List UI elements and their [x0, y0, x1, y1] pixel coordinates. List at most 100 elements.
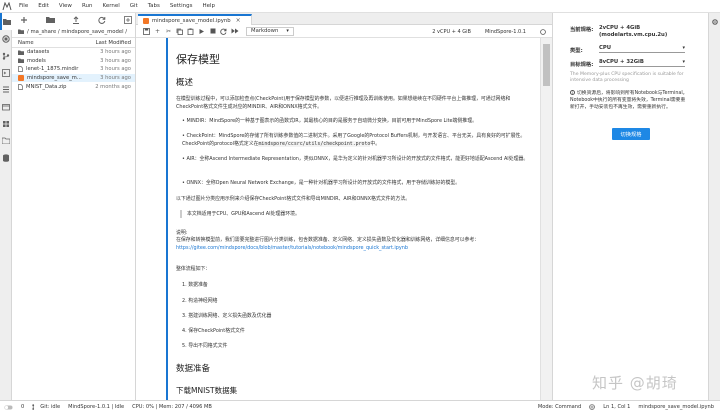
save-icon[interactable] [141, 26, 152, 37]
database-icon[interactable] [0, 149, 12, 166]
watermark: 知乎 @胡琦 [592, 374, 678, 392]
kernel-status-icon [540, 28, 546, 35]
tutorial-link[interactable]: https://gitee.com/mindspore/docs/blob/ma… [176, 245, 408, 251]
restart-icon[interactable] [218, 26, 229, 37]
menu-view[interactable]: View [54, 0, 77, 13]
property-inspector-icon[interactable] [0, 81, 12, 98]
close-icon[interactable]: × [236, 17, 241, 24]
cut-icon[interactable]: ✂ [163, 26, 174, 37]
list-item: • MINDIR：MindSpore的一种基于图表示的函数式IR，其最核心的目的… [182, 118, 477, 124]
new-folder-icon[interactable] [44, 15, 56, 25]
current-file: mindspore_save_model.ipynb [638, 404, 714, 410]
menu-git[interactable]: Git [125, 0, 143, 13]
stop-icon[interactable] [207, 26, 218, 37]
intro-paragraph: 在模型训练过程中，可以添加检查点(CheckPoint)用于保存模型的参数，以便… [176, 96, 511, 110]
extension-icon[interactable] [0, 115, 12, 132]
scrollbar-thumb[interactable] [543, 44, 550, 86]
target-spec-row: 目标规格: [570, 60, 599, 68]
type-select[interactable]: CPU ▾ [599, 44, 685, 53]
target-spec-label: 目标规格: [570, 62, 594, 68]
chevron-down-icon: ▾ [682, 59, 685, 65]
menu-edit[interactable]: Edit [33, 0, 54, 13]
breadcrumb-path[interactable]: / ma_share / mindspore_save_model / [27, 29, 127, 35]
menu-settings[interactable]: Settings [165, 0, 198, 13]
refresh-icon[interactable] [96, 15, 108, 25]
copy-icon[interactable] [174, 26, 185, 37]
switch-warning: i 切换资源后，将影响到所有Notebook与Terminal。Notebook中… [570, 90, 688, 110]
list-item: 1. 数据准备 [182, 282, 208, 288]
notebook-scrollbar[interactable] [540, 38, 552, 400]
file-modified: 3 hours ago [100, 66, 131, 73]
tabs-icon[interactable] [0, 98, 12, 115]
file-browser: / ma_share / mindspore_save_model / Name… [12, 13, 136, 400]
page-title: 保存模型 [176, 53, 220, 66]
folder-open-icon[interactable] [0, 132, 12, 149]
switch-spec-button[interactable]: 切换规格 [612, 128, 650, 140]
mode-status: Mode: Command [537, 404, 582, 410]
file-name: MNIST_Data.zip [26, 83, 67, 90]
active-cell-indicator [166, 38, 168, 400]
upload-icon[interactable] [70, 15, 82, 25]
menu-tabs[interactable]: Tabs [143, 0, 165, 13]
home-folder-icon[interactable] [18, 29, 24, 34]
file-list-header: Name Last Modified [12, 37, 135, 48]
resource-usage: 2 vCPU + 4 GiB [432, 28, 471, 35]
breadcrumb[interactable]: / ma_share / mindspore_save_model / [12, 26, 135, 37]
list-item: • CheckPoint：MindSpore的存储了所有训练参数值的二进制文件。… [182, 133, 526, 147]
menu-help[interactable]: Help [197, 0, 220, 13]
notebook-icon [143, 17, 149, 24]
status-toggle-icon[interactable] [0, 405, 17, 410]
name-column-header[interactable]: Name [18, 40, 34, 46]
git-status[interactable]: Git: idle [28, 404, 64, 410]
target-spec-value: 8vCPU + 32GiB [599, 59, 644, 65]
terminal-count: 0 [21, 404, 25, 410]
file-row[interactable]: MNIST_Data.zip 2 months ago [12, 82, 135, 91]
chevron-down-icon: ▾ [682, 45, 685, 51]
list-item: • AIR：全称Ascend Intermediate Representati… [182, 156, 529, 162]
kernel-info: 2 vCPU + 4 GiB MindSpore-1.0.1 [432, 25, 546, 38]
run-icon[interactable] [196, 26, 207, 37]
kernel-status[interactable]: MindSpore-1.0.1 | Idle [64, 404, 128, 410]
cell-type-select[interactable]: Markdown ▾ [246, 26, 294, 36]
current-spec-label: 当前规格: [570, 27, 594, 33]
type-row: 类型: [570, 46, 599, 54]
notebook-content[interactable]: 保存模型 概述 在模型训练过程中，可以添加检查点(CheckPoint)用于保存… [136, 38, 540, 400]
file-name: mindspore_save_m... [27, 75, 82, 82]
fast-forward-icon[interactable] [229, 26, 240, 37]
file-name: models [27, 57, 46, 64]
target-spec-select[interactable]: 8vCPU + 32GiB ▾ [599, 58, 685, 67]
right-sidebar [708, 13, 720, 400]
file-modified: 3 hours ago [100, 75, 131, 82]
paste-icon[interactable] [185, 26, 196, 37]
note-paragraph: 在保存和转换模型前，我们需要完整进行图片分类训练，包含数据准备、定义网络、定义损… [176, 237, 480, 251]
menu-kernel[interactable]: Kernel [97, 0, 124, 13]
kernel-name[interactable]: MindSpore-1.0.1 [485, 29, 526, 35]
cursor-position[interactable]: Ln 1, Col 1 [599, 404, 634, 410]
list-item: 4. 保存CheckPoint格式文件 [182, 328, 245, 334]
file-browser-toolbar [12, 13, 135, 26]
blockquote: 本文档适用于CPU、GPU和Ascend AI处理器环境。 [180, 210, 530, 218]
add-cell-icon[interactable]: + [152, 26, 163, 37]
file-row[interactable]: lenet-1_1875.mindir 3 hours ago [12, 65, 135, 74]
file-row[interactable]: mindspore_save_m... 3 hours ago [12, 73, 135, 83]
section-heading-download: 下载MNIST数据集 [176, 386, 238, 395]
resource-panel: 当前规格: 2vCPU + 4GiB (modelarts.vm.cpu.2u)… [552, 13, 708, 400]
menu-run[interactable]: Run [77, 0, 98, 13]
file-row[interactable]: datasets 3 hours ago [12, 48, 135, 57]
info-icon: i [570, 90, 575, 95]
notebook-tab[interactable]: mindspore_save_model.ipynb × [138, 14, 252, 25]
folder-icon [18, 50, 24, 55]
example-paragraph: 以下通过图片分类应用示例来介绍保存CheckPoint格式文件和导出MINDIR… [176, 196, 411, 202]
menu-file[interactable]: File [14, 0, 33, 13]
file-row[interactable]: models 3 hours ago [12, 57, 135, 66]
modified-column-header[interactable]: Last Modified [96, 40, 131, 46]
git-icon[interactable] [0, 47, 12, 64]
gear-icon[interactable] [709, 13, 720, 30]
running-icon[interactable] [0, 30, 12, 47]
git-clone-icon[interactable] [122, 15, 134, 25]
notebook-toolbar: + ✂ Markdown ▾ 2 vCPU + 4 GiB MindSpore-… [136, 25, 552, 38]
file-modified: 2 months ago [95, 83, 131, 90]
folder-icon[interactable] [0, 13, 12, 30]
new-launcher-icon[interactable] [18, 15, 30, 25]
commands-icon[interactable] [0, 64, 12, 81]
